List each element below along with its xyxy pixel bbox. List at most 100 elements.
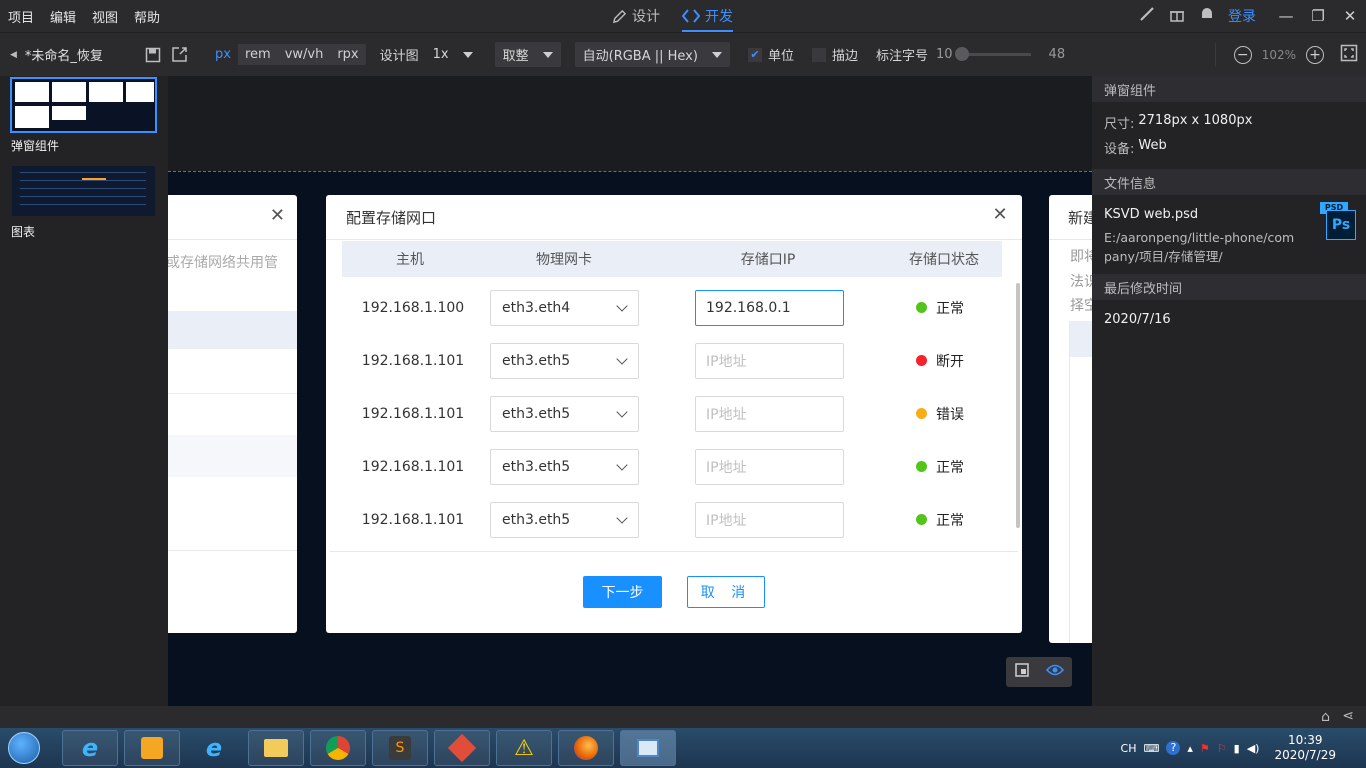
slider-knob[interactable] <box>954 47 969 61</box>
unit-rpx[interactable]: rpx <box>330 44 365 65</box>
unit-vw-vh[interactable]: vw/vh <box>278 44 331 65</box>
login-link[interactable]: 登录 <box>1228 6 1256 26</box>
unit-px[interactable]: px <box>208 44 238 65</box>
pen-icon <box>612 9 627 23</box>
color-format: 自动(RGBA || Hex) <box>574 42 730 67</box>
home-icon[interactable]: ⌂ <box>1321 709 1330 725</box>
keyboard-icon[interactable]: ⌨ <box>1143 742 1159 755</box>
unit-checkbox[interactable]: ✔ 单位 <box>747 45 794 64</box>
close-icon[interactable]: ✕ <box>990 205 1010 225</box>
document-name[interactable]: ◀ *未命名_恢复 <box>0 45 140 64</box>
nic-select[interactable]: eth3.eth5 <box>490 448 639 485</box>
nic-select[interactable]: eth3.eth5 <box>490 501 639 538</box>
checkbox-box <box>811 47 826 62</box>
git-icon[interactable] <box>434 730 490 766</box>
bell-icon[interactable] <box>1192 5 1222 27</box>
share-icon[interactable]: ⋖ <box>1342 708 1354 724</box>
photoshop-file-icon: PSD Ps <box>1320 202 1356 240</box>
signal-icon[interactable]: ▮ <box>1234 742 1240 755</box>
ip-input[interactable]: IP地址 <box>695 501 844 538</box>
chrome-icon[interactable] <box>310 730 366 766</box>
firefox-icon[interactable] <box>558 730 614 766</box>
maximize-icon[interactable]: ❐ <box>1302 7 1334 25</box>
caret-left-icon[interactable]: ◀ <box>10 50 17 60</box>
gift-icon[interactable] <box>1162 5 1192 27</box>
nic-select[interactable]: eth3.eth4 <box>490 289 639 326</box>
rounding-select[interactable]: 取整 <box>494 42 561 67</box>
menu-help[interactable]: 帮助 <box>126 7 168 26</box>
network-alert-icon[interactable]: ⚑ <box>1200 742 1210 755</box>
close-icon[interactable]: ✕ <box>270 205 285 226</box>
next-button[interactable]: 下一步 <box>583 576 662 608</box>
design-canvas[interactable]: ✕ 或存储网络共用管 新建 即将 法识 择空 配置存储网口 ✕ 主机 物理网卡 … <box>168 76 1092 706</box>
close-window-icon[interactable]: ✕ <box>1334 7 1366 25</box>
warning-icon[interactable]: ⚠ <box>496 730 552 766</box>
status-badge: 正常 <box>916 510 964 530</box>
design-scale-value: 1x <box>432 47 449 62</box>
help-icon[interactable]: ? <box>1166 741 1181 755</box>
color-format-select[interactable]: 自动(RGBA || Hex) <box>574 42 730 67</box>
host-cell: 192.168.1.101 <box>361 352 465 369</box>
artboard-label-dialogs[interactable]: 弹窗组件 <box>11 137 59 154</box>
host-cell: 192.168.1.100 <box>361 299 465 316</box>
start-button[interactable] <box>0 728 48 768</box>
save-icon[interactable] <box>140 42 166 68</box>
host-cell: 192.168.1.101 <box>361 405 465 422</box>
ip-input[interactable]: IP地址 <box>695 395 844 432</box>
mode-design[interactable]: 设计 <box>612 0 660 32</box>
slider-track[interactable] <box>954 47 1031 61</box>
brush-icon[interactable] <box>1132 5 1162 27</box>
language-indicator[interactable]: CH <box>1121 742 1137 755</box>
device-value: Web <box>1138 138 1167 153</box>
nic-value: eth3.eth4 <box>502 299 571 316</box>
artboard-label-charts[interactable]: 图表 <box>11 223 35 240</box>
menu-edit[interactable]: 编辑 <box>42 7 84 26</box>
nic-select[interactable]: eth3.eth5 <box>490 395 639 432</box>
artboard-thumb-charts[interactable] <box>12 166 155 216</box>
color-format-value: 自动(RGBA || Hex) <box>582 49 698 64</box>
design-scale-select[interactable]: 1x <box>425 44 481 65</box>
minimize-icon[interactable]: — <box>1270 7 1302 25</box>
ip-input[interactable]: IP地址 <box>695 448 844 485</box>
column-header: 主机 <box>396 252 424 268</box>
zoom-out-icon[interactable]: − <box>1233 46 1252 64</box>
column-header: 存储口状态 <box>909 252 979 268</box>
ie-icon[interactable]: e <box>62 730 118 766</box>
app-icon[interactable] <box>620 730 676 766</box>
volume-icon[interactable]: ◀) <box>1247 742 1260 755</box>
stroke-checkbox[interactable]: 描边 <box>811 45 858 64</box>
export-icon[interactable] <box>166 42 192 68</box>
scrollbar[interactable] <box>1016 283 1020 528</box>
ie-icon[interactable]: e <box>186 730 242 766</box>
size-value: 2718px x 1080px <box>1138 113 1253 128</box>
sublime-icon[interactable]: S <box>372 730 428 766</box>
fit-screen-icon[interactable] <box>1340 44 1358 66</box>
design-scale: 设计图 1x <box>380 44 481 65</box>
nic-select[interactable]: eth3.eth5 <box>490 342 639 379</box>
device-key: 设备: <box>1104 142 1135 157</box>
zoom-in-icon[interactable]: + <box>1306 46 1324 64</box>
zoom-controls: − 102% + <box>1214 33 1358 77</box>
unit-rem[interactable]: rem <box>238 44 278 65</box>
ip-input[interactable]: IP地址 <box>695 342 844 379</box>
artboard-thumb-dialogs[interactable] <box>10 77 157 133</box>
partial-line-1: 即将 <box>1070 249 1092 265</box>
clock[interactable]: 10:39 2020/7/29 <box>1274 733 1336 763</box>
modified-date: 2020/7/16 <box>1104 312 1171 327</box>
partial-dialog-left: ✕ 或存储网络共用管 <box>168 195 297 633</box>
action-center-icon[interactable]: ⚐ <box>1217 742 1227 755</box>
toolbar: ◀ *未命名_恢复 px rem vw/vh rpx 设计图 1x 取整 自动(… <box>0 32 1366 76</box>
expand-tray-icon[interactable]: ▴ <box>1187 742 1193 755</box>
cancel-button[interactable]: 取 消 <box>687 576 765 608</box>
menu-view[interactable]: 视图 <box>84 7 126 26</box>
mode-dev[interactable]: 开发 <box>682 0 733 32</box>
explorer-icon[interactable] <box>248 730 304 766</box>
eye-icon[interactable] <box>1045 663 1064 681</box>
ip-input[interactable]: 192.168.0.1 <box>695 289 844 326</box>
media-icon[interactable] <box>124 730 180 766</box>
section-header: 最后修改时间 <box>1092 274 1366 300</box>
menu-bar: 项目 编辑 视图 帮助 设计 开发 登录 — ❐ ✕ <box>0 0 1366 32</box>
menu-project[interactable]: 项目 <box>0 7 42 26</box>
layout-icon[interactable] <box>1014 663 1029 681</box>
partial-text: 或存储网络共用管 <box>168 255 278 271</box>
